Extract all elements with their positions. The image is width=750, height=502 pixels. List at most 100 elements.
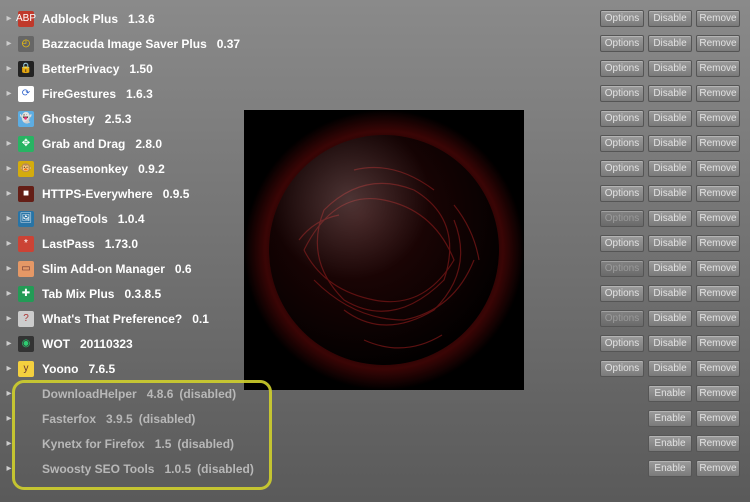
- disable-button[interactable]: Disable: [648, 10, 692, 27]
- addon-icon: ■: [18, 186, 34, 202]
- addon-version: 0.6: [175, 262, 192, 276]
- enable-button[interactable]: Enable: [648, 410, 692, 427]
- addon-row[interactable]: ▸*LastPass1.73.0OptionsDisableRemove: [4, 231, 740, 256]
- remove-button[interactable]: Remove: [696, 210, 740, 227]
- collapse-toggle[interactable]: ▸: [4, 13, 14, 24]
- options-button[interactable]: Options: [600, 235, 644, 252]
- remove-button[interactable]: Remove: [696, 85, 740, 102]
- collapse-toggle[interactable]: ▸: [4, 63, 14, 74]
- disable-button[interactable]: Disable: [648, 185, 692, 202]
- addon-row[interactable]: ▸■HTTPS-Everywhere0.9.5OptionsDisableRem…: [4, 181, 740, 206]
- remove-button[interactable]: Remove: [696, 335, 740, 352]
- remove-button[interactable]: Remove: [696, 310, 740, 327]
- collapse-toggle[interactable]: ▸: [4, 288, 14, 299]
- enable-button[interactable]: Enable: [648, 385, 692, 402]
- options-button[interactable]: Options: [600, 35, 644, 52]
- options-button[interactable]: Options: [600, 60, 644, 77]
- collapse-toggle[interactable]: ▸: [4, 163, 14, 174]
- addon-row[interactable]: ▸✚Tab Mix Plus0.3.8.5OptionsDisableRemov…: [4, 281, 740, 306]
- collapse-toggle[interactable]: ▸: [4, 138, 14, 149]
- enable-button[interactable]: Enable: [648, 460, 692, 477]
- addon-version: 1.0.5: [164, 462, 191, 476]
- collapse-toggle[interactable]: ▸: [4, 413, 14, 424]
- options-button[interactable]: Options: [600, 110, 644, 127]
- addon-row[interactable]: ▸ABPAdblock Plus1.3.6OptionsDisableRemov…: [4, 6, 740, 31]
- collapse-toggle[interactable]: ▸: [4, 263, 14, 274]
- remove-button[interactable]: Remove: [696, 285, 740, 302]
- remove-button[interactable]: Remove: [696, 360, 740, 377]
- remove-button[interactable]: Remove: [696, 435, 740, 452]
- disable-button[interactable]: Disable: [648, 85, 692, 102]
- addon-row[interactable]: ▸Swoosty SEO Tools1.0.5(disabled)EnableR…: [4, 456, 740, 481]
- disable-button[interactable]: Disable: [648, 260, 692, 277]
- remove-button[interactable]: Remove: [696, 10, 740, 27]
- collapse-toggle[interactable]: ▸: [4, 338, 14, 349]
- addon-row[interactable]: ▸?What's That Preference?0.1OptionsDisab…: [4, 306, 740, 331]
- addon-row[interactable]: ▸◴Bazzacuda Image Saver Plus0.37OptionsD…: [4, 31, 740, 56]
- remove-button[interactable]: Remove: [696, 460, 740, 477]
- collapse-toggle[interactable]: ▸: [4, 388, 14, 399]
- disable-button[interactable]: Disable: [648, 60, 692, 77]
- disable-button[interactable]: Disable: [648, 335, 692, 352]
- collapse-toggle[interactable]: ▸: [4, 188, 14, 199]
- options-button[interactable]: Options: [600, 360, 644, 377]
- addon-row[interactable]: ▸⟳FireGestures1.6.3OptionsDisableRemove: [4, 81, 740, 106]
- collapse-toggle[interactable]: ▸: [4, 463, 14, 474]
- addon-row[interactable]: ▸🐵Greasemonkey0.9.2OptionsDisableRemove: [4, 156, 740, 181]
- disable-button[interactable]: Disable: [648, 210, 692, 227]
- addon-row[interactable]: ▸▭Slim Add-on Manager0.6OptionsDisableRe…: [4, 256, 740, 281]
- enable-button[interactable]: Enable: [648, 435, 692, 452]
- remove-button[interactable]: Remove: [696, 110, 740, 127]
- remove-button[interactable]: Remove: [696, 410, 740, 427]
- disable-button[interactable]: Disable: [648, 235, 692, 252]
- options-button[interactable]: Options: [600, 285, 644, 302]
- addon-name: WOT: [42, 337, 70, 351]
- addon-row[interactable]: ▸🖼ImageTools1.0.4OptionsDisableRemove: [4, 206, 740, 231]
- remove-button[interactable]: Remove: [696, 385, 740, 402]
- addon-row[interactable]: ▸🔒BetterPrivacy1.50OptionsDisableRemove: [4, 56, 740, 81]
- addon-icon: ⟳: [18, 86, 34, 102]
- disable-button[interactable]: Disable: [648, 160, 692, 177]
- options-button[interactable]: Options: [600, 335, 644, 352]
- options-button[interactable]: Options: [600, 185, 644, 202]
- addon-name: ImageTools: [42, 212, 108, 226]
- collapse-toggle[interactable]: ▸: [4, 38, 14, 49]
- disable-button[interactable]: Disable: [648, 135, 692, 152]
- disable-button[interactable]: Disable: [648, 285, 692, 302]
- options-button[interactable]: Options: [600, 160, 644, 177]
- addon-icon: [18, 461, 34, 477]
- disable-button[interactable]: Disable: [648, 110, 692, 127]
- addon-row[interactable]: ▸👻Ghostery2.5.3OptionsDisableRemove: [4, 106, 740, 131]
- collapse-toggle[interactable]: ▸: [4, 113, 14, 124]
- collapse-toggle[interactable]: ▸: [4, 438, 14, 449]
- disable-button[interactable]: Disable: [648, 360, 692, 377]
- collapse-toggle[interactable]: ▸: [4, 363, 14, 374]
- addon-row[interactable]: ▸Fasterfox3.9.5(disabled)EnableRemove: [4, 406, 740, 431]
- remove-button[interactable]: Remove: [696, 135, 740, 152]
- collapse-toggle[interactable]: ▸: [4, 213, 14, 224]
- remove-button[interactable]: Remove: [696, 35, 740, 52]
- disable-button[interactable]: Disable: [648, 35, 692, 52]
- options-button[interactable]: Options: [600, 10, 644, 27]
- options-button: Options: [600, 260, 644, 277]
- addon-row[interactable]: ▸Kynetx for Firefox1.5(disabled)EnableRe…: [4, 431, 740, 456]
- options-button[interactable]: Options: [600, 135, 644, 152]
- collapse-toggle[interactable]: ▸: [4, 313, 14, 324]
- disable-button[interactable]: Disable: [648, 310, 692, 327]
- remove-button[interactable]: Remove: [696, 260, 740, 277]
- addon-row[interactable]: ▸yYoono7.6.5OptionsDisableRemove: [4, 356, 740, 381]
- options-button[interactable]: Options: [600, 85, 644, 102]
- addon-icon: ◉: [18, 336, 34, 352]
- addon-icon: ◴: [18, 36, 34, 52]
- collapse-toggle[interactable]: ▸: [4, 88, 14, 99]
- remove-button[interactable]: Remove: [696, 185, 740, 202]
- remove-button[interactable]: Remove: [696, 60, 740, 77]
- remove-button[interactable]: Remove: [696, 160, 740, 177]
- addon-icon: 👻: [18, 111, 34, 127]
- remove-button[interactable]: Remove: [696, 235, 740, 252]
- collapse-toggle[interactable]: ▸: [4, 238, 14, 249]
- addon-version: 0.3.8.5: [124, 287, 161, 301]
- addon-row[interactable]: ▸◉WOT20110323OptionsDisableRemove: [4, 331, 740, 356]
- addon-row[interactable]: ▸✥Grab and Drag2.8.0OptionsDisableRemove: [4, 131, 740, 156]
- addon-row[interactable]: ▸DownloadHelper4.8.6(disabled)EnableRemo…: [4, 381, 740, 406]
